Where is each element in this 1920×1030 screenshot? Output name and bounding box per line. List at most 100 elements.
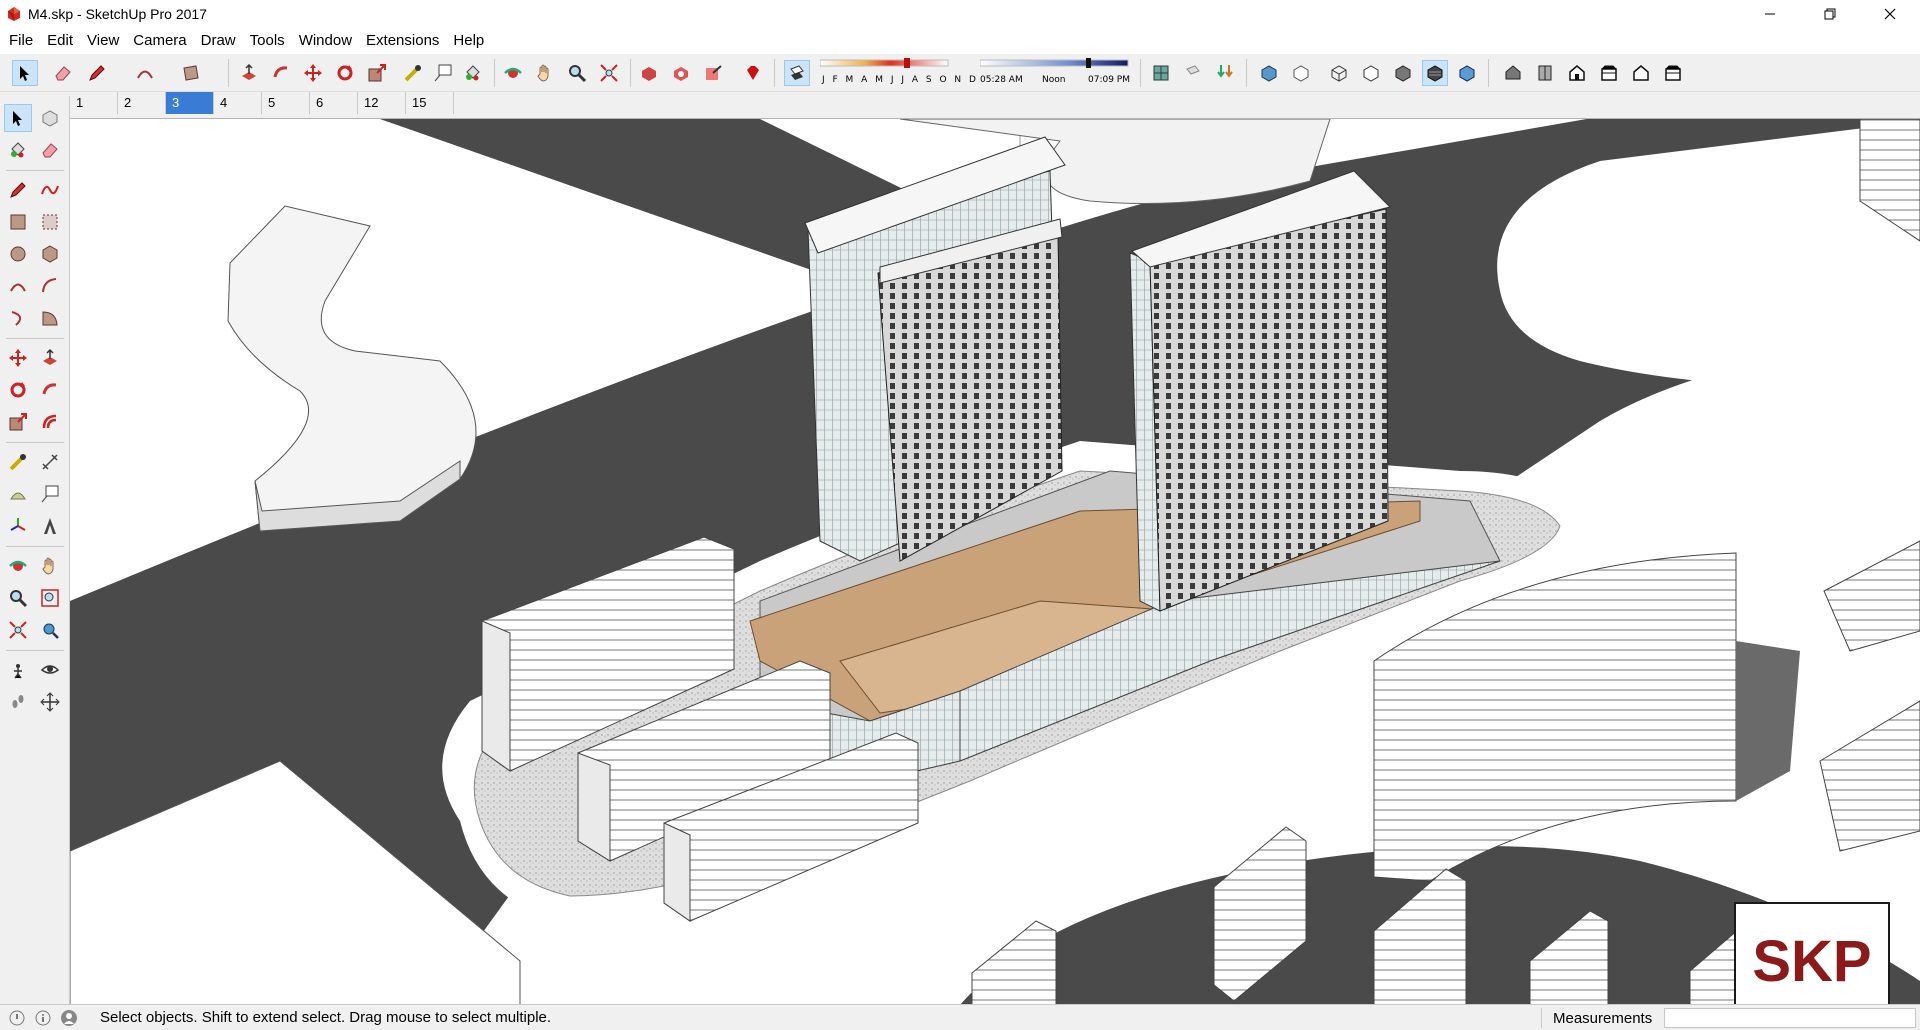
previous-view-button[interactable]: [36, 616, 64, 644]
scene-tab[interactable]: 1: [70, 92, 118, 114]
add-location-button[interactable]: [1180, 60, 1206, 86]
scene-tab[interactable]: 15: [406, 92, 454, 114]
pan-tool-button[interactable]: [36, 552, 64, 580]
dimension-tool-button[interactable]: [36, 448, 64, 476]
time-slider[interactable]: [980, 58, 1130, 74]
line-tool-button[interactable]: [84, 60, 110, 86]
zoom-tool-button[interactable]: [564, 60, 590, 86]
left-view-button[interactable]: [1660, 60, 1686, 86]
warehouse-button[interactable]: [636, 60, 662, 86]
eraser-tool-button[interactable]: [36, 136, 64, 164]
zoom-extents-button[interactable]: [596, 60, 622, 86]
zoom-tool-button[interactable]: [4, 584, 32, 612]
rotate-tool-button[interactable]: [332, 60, 358, 86]
measurements-input[interactable]: [1664, 1008, 1916, 1028]
menu-file[interactable]: File: [2, 28, 40, 54]
text-tool-button[interactable]: [430, 60, 456, 86]
credits-icon[interactable]: [34, 1009, 52, 1027]
shaded-textures-style-button[interactable]: [1422, 60, 1448, 86]
tape-measure-tool-button[interactable]: [400, 60, 426, 86]
geolocation-icon[interactable]: [8, 1009, 26, 1027]
freehand-tool-button[interactable]: [36, 176, 64, 204]
menu-draw[interactable]: Draw: [194, 28, 243, 54]
text-tool-button[interactable]: [36, 480, 64, 508]
push-pull-tool-button[interactable]: [36, 344, 64, 372]
shaded-style-button[interactable]: [1390, 60, 1416, 86]
rotate-tool-button[interactable]: [4, 376, 32, 404]
offset-tool-button[interactable]: [36, 408, 64, 436]
xray-style-button[interactable]: [1256, 60, 1282, 86]
polygon-tool-button[interactable]: [36, 240, 64, 268]
select-tool-button[interactable]: [4, 104, 32, 132]
axes-tool-button[interactable]: [4, 512, 32, 540]
protractor-tool-button[interactable]: [4, 480, 32, 508]
menu-tools[interactable]: Tools: [243, 28, 292, 54]
scale-tool-button[interactable]: [364, 60, 390, 86]
make-component-button[interactable]: [36, 104, 64, 132]
front-view-button[interactable]: [1564, 60, 1590, 86]
circle-tool-button[interactable]: [4, 240, 32, 268]
section-plane-button[interactable]: [36, 688, 64, 716]
pie-tool-button[interactable]: [36, 304, 64, 332]
minimize-button[interactable]: [1740, 0, 1800, 28]
move-tool-button[interactable]: [4, 344, 32, 372]
menu-view[interactable]: View: [80, 28, 126, 54]
shadows-toggle-button[interactable]: [784, 60, 810, 86]
orbit-tool-button[interactable]: [4, 552, 32, 580]
menu-camera[interactable]: Camera: [126, 28, 193, 54]
move-tool-button[interactable]: [300, 60, 326, 86]
scene-tab[interactable]: 6: [310, 92, 358, 114]
rectangle-tool-button[interactable]: [178, 60, 204, 86]
right-view-button[interactable]: [1596, 60, 1622, 86]
rectangle-tool-button[interactable]: [4, 208, 32, 236]
pan-tool-button[interactable]: [532, 60, 558, 86]
ruby-console-button[interactable]: [740, 60, 766, 86]
monochrome-style-button[interactable]: [1454, 60, 1480, 86]
arc-tool-button[interactable]: [132, 60, 158, 86]
orbit-tool-button[interactable]: [500, 60, 526, 86]
two-point-arc-tool-button[interactable]: [36, 272, 64, 300]
back-view-button[interactable]: [1628, 60, 1654, 86]
top-view-button[interactable]: [1532, 60, 1558, 86]
scene-tab[interactable]: 12: [358, 92, 406, 114]
position-camera-button[interactable]: [4, 656, 32, 684]
import-terrain-button[interactable]: [1212, 60, 1238, 86]
paint-bucket-tool-button[interactable]: [460, 60, 486, 86]
eraser-tool-button[interactable]: [50, 60, 76, 86]
arc-tool-button[interactable]: [4, 272, 32, 300]
follow-me-tool-button[interactable]: [268, 60, 294, 86]
user-account-icon[interactable]: [60, 1009, 78, 1027]
three-point-arc-tool-button[interactable]: [4, 304, 32, 332]
share-model-button[interactable]: [700, 60, 726, 86]
hidden-line-style-button[interactable]: [1358, 60, 1384, 86]
push-pull-tool-button[interactable]: [236, 60, 262, 86]
close-button[interactable]: [1860, 0, 1920, 28]
scene-tab-active[interactable]: 3: [166, 92, 214, 114]
menu-edit[interactable]: Edit: [40, 28, 80, 54]
menu-help[interactable]: Help: [446, 28, 491, 54]
wireframe-style-button[interactable]: [1326, 60, 1352, 86]
model-viewport[interactable]: [70, 118, 1920, 1004]
restore-button[interactable]: [1800, 0, 1860, 28]
look-around-button[interactable]: [36, 656, 64, 684]
iso-view-button[interactable]: [1500, 60, 1526, 86]
rotated-rectangle-tool-button[interactable]: [36, 208, 64, 236]
follow-me-tool-button[interactable]: [36, 376, 64, 404]
paint-bucket-tool-button[interactable]: [4, 136, 32, 164]
line-tool-button[interactable]: [4, 176, 32, 204]
back-edges-button[interactable]: [1288, 60, 1314, 86]
menu-extensions[interactable]: Extensions: [359, 28, 446, 54]
tape-measure-tool-button[interactable]: [4, 448, 32, 476]
scene-tab[interactable]: 4: [214, 92, 262, 114]
extension-warehouse-button[interactable]: [668, 60, 694, 86]
model-info-button[interactable]: [1148, 60, 1174, 86]
menu-window[interactable]: Window: [292, 28, 359, 54]
zoom-extents-button[interactable]: [4, 616, 32, 644]
scene-tab[interactable]: 5: [262, 92, 310, 114]
zoom-window-button[interactable]: [36, 584, 64, 612]
3d-text-tool-button[interactable]: [36, 512, 64, 540]
select-tool-button[interactable]: [12, 60, 38, 86]
scene-tab[interactable]: 2: [118, 92, 166, 114]
walk-tool-button[interactable]: [4, 688, 32, 716]
scale-tool-button[interactable]: [4, 408, 32, 436]
